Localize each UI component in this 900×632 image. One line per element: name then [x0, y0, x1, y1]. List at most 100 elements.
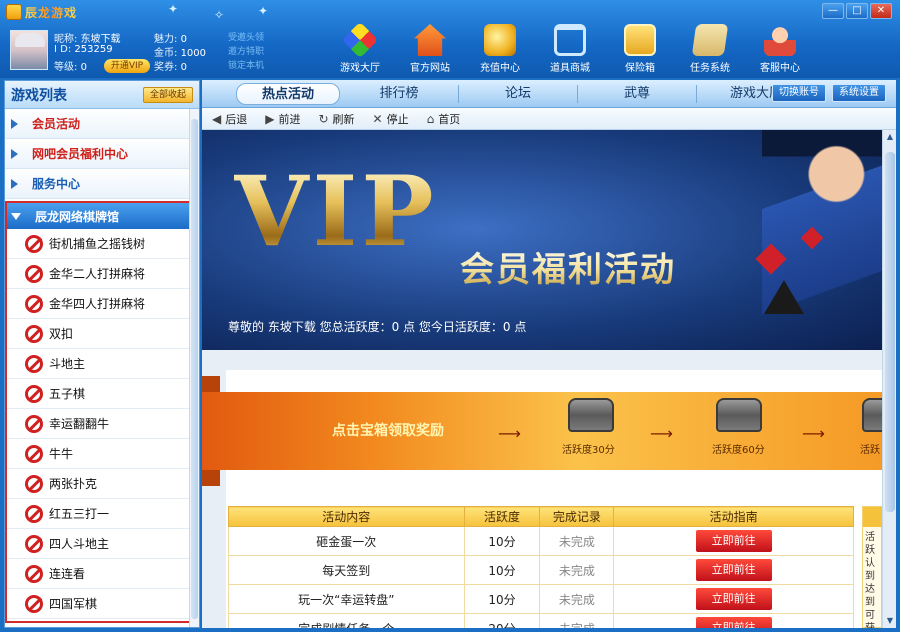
reward-ribbon: [202, 392, 882, 470]
ban-icon: [25, 294, 43, 313]
arrow-right-icon: ⟶: [802, 424, 825, 443]
treasure-chest-30[interactable]: [568, 398, 614, 432]
ban-icon: [25, 504, 43, 523]
back-button[interactable]: ◀ 后退: [212, 111, 247, 127]
system-settings-button[interactable]: 系统设置: [832, 84, 886, 102]
user-id: 253259: [74, 44, 113, 55]
ban-icon: [25, 414, 43, 433]
col-guide: 活动指南: [613, 506, 854, 527]
charm-row: 魅力: 0: [154, 34, 187, 45]
treasure-chest-60[interactable]: [716, 398, 762, 432]
maximize-button[interactable]: □: [846, 3, 868, 19]
tab-forum[interactable]: 论坛: [459, 83, 577, 105]
activity-greeting: 尊敬的 东坡下载 您总活跃度：0 点 您今日活跃度：0 点: [228, 320, 527, 334]
content-scrollbar[interactable]: ▲ ▼: [882, 130, 896, 628]
sidebar-group-chenlong[interactable]: 辰龙网络棋牌馆: [7, 203, 193, 229]
game-item[interactable]: 牛牛: [7, 439, 193, 469]
toolbar-recharge[interactable]: 充值中心: [465, 22, 535, 76]
safe-icon: [624, 24, 656, 56]
game-item[interactable]: 两张扑克: [7, 469, 193, 499]
toolbar-game-hall[interactable]: 游戏大厅: [325, 21, 395, 76]
cart-icon: [554, 24, 586, 56]
ticket-row: 奖券: 0: [154, 62, 187, 73]
scroll-down-icon[interactable]: ▼: [885, 616, 895, 626]
sparkle-icon: ✦: [258, 4, 269, 18]
tab-wuzun[interactable]: 武尊: [578, 83, 696, 105]
tab-hot-activity[interactable]: 热点活动: [236, 82, 340, 105]
sidebar-list: 会员活动 网吧会员福利中心 服务中心: [5, 109, 189, 199]
sidebar-item-netcafe-welfare[interactable]: 网吧会员福利中心: [5, 139, 189, 169]
open-vip-button[interactable]: 开通VIP: [104, 59, 150, 73]
chest-label: 活跃度30分: [562, 445, 615, 456]
arrow-right-icon: ▶: [265, 111, 275, 126]
tab-actions: 切换账号 系统设置: [772, 84, 886, 102]
privilege-link[interactable]: 邀方特职: [228, 44, 264, 57]
game-item[interactable]: 双扣: [7, 319, 193, 349]
game-item[interactable]: 幸运翻翻牛: [7, 409, 193, 439]
refresh-button[interactable]: ↻ 刷新: [318, 111, 354, 127]
game-item[interactable]: 四人斗地主: [7, 529, 193, 559]
go-now-button[interactable]: 立即前往: [695, 530, 772, 552]
sidebar-scrollbar[interactable]: [189, 109, 199, 627]
stop-button[interactable]: ✕ 停止: [373, 111, 409, 127]
ban-icon: [25, 234, 43, 253]
game-item[interactable]: 金华四人打拼麻将: [7, 289, 193, 319]
toolbar-official-site[interactable]: 官方网站: [395, 22, 465, 76]
toolbar-customer-service[interactable]: 客服中心: [745, 22, 815, 76]
activity-table: 活动内容 活跃度 完成记录 活动指南 砸金蛋一次 10分 未完成 立即前往 每天…: [228, 506, 854, 628]
col-status: 完成记录: [539, 506, 615, 527]
forward-button[interactable]: ▶ 前进: [265, 111, 300, 127]
table-row: 玩一次“幸运转盘” 10分 未完成 立即前往: [228, 584, 854, 614]
home-icon: ⌂: [426, 111, 435, 126]
ban-icon: [25, 564, 43, 583]
toolbar-safe-box[interactable]: 保险箱: [605, 22, 675, 76]
table-row: 砸金蛋一次 10分 未完成 立即前往: [228, 526, 854, 556]
game-item[interactable]: 斗地主: [7, 349, 193, 379]
scroll-up-icon[interactable]: ▲: [885, 132, 895, 142]
sidebar-item-member-activity[interactable]: 会员活动: [5, 109, 189, 139]
game-item[interactable]: 四国军棋: [7, 589, 193, 619]
treasure-chest-next[interactable]: [862, 398, 882, 432]
avatar[interactable]: [10, 30, 48, 70]
go-now-button[interactable]: 立即前往: [695, 588, 772, 610]
magician-illustration: [762, 130, 882, 350]
vip-banner: VIP 会员福利活动 尊敬的 东坡下载 您总活跃度：0 点 您今日活跃度：0 点: [202, 130, 882, 350]
col-content: 活动内容: [228, 506, 465, 527]
game-item[interactable]: 五子棋: [7, 379, 193, 409]
content-scroll-thumb[interactable]: [885, 152, 895, 512]
refresh-icon: ↻: [318, 111, 329, 126]
cube-icon: [341, 21, 379, 59]
game-item[interactable]: 连连看: [7, 559, 193, 589]
reward-prompt: 点击宝箱领取奖励: [332, 423, 444, 439]
invite-link[interactable]: 受邀头领: [228, 30, 264, 43]
table-row: 每天签到 10分 未完成 立即前往: [228, 555, 854, 585]
collapse-all-button[interactable]: 全部收起: [142, 86, 193, 103]
caret-right-icon: [11, 118, 18, 129]
dragon-logo-icon: [6, 4, 22, 20]
chest-label: 活跃度60分: [712, 445, 765, 456]
sparkle-icon: ✦: [168, 2, 179, 16]
switch-account-button[interactable]: 切换账号: [772, 84, 826, 102]
game-item[interactable]: 金华二人打拼麻将: [7, 259, 193, 289]
home-button[interactable]: ⌂ 首页: [427, 111, 461, 127]
browser-nav: ◀ 后退 ▶ 前进 ↻ 刷新 ✕ 停止 ⌂ 首页: [202, 108, 896, 130]
sidebar-scroll-thumb[interactable]: [191, 119, 198, 619]
main-toolbar: 游戏大厅 官方网站 充值中心 道具商城 保险箱 任务系统 客服中心: [325, 21, 815, 76]
side-note: 活跃认到达到可获金币: [862, 506, 882, 628]
game-item[interactable]: 街机捕鱼之摇钱树: [7, 229, 193, 259]
lock-machine-link[interactable]: 锁定本机: [228, 58, 264, 71]
sidebar-item-service-center[interactable]: 服务中心: [5, 169, 189, 199]
stop-icon: ✕: [372, 111, 383, 126]
app-title: 辰龙游戏: [25, 5, 78, 20]
ban-icon: [25, 534, 43, 553]
toolbar-task-system[interactable]: 任务系统: [675, 22, 745, 76]
game-item[interactable]: 红五三打一: [7, 499, 193, 529]
tab-ranking[interactable]: 排行榜: [340, 83, 458, 105]
go-now-button[interactable]: 立即前往: [695, 617, 772, 628]
toolbar-item-shop[interactable]: 道具商城: [535, 22, 605, 76]
minimize-button[interactable]: —: [822, 3, 844, 19]
ban-icon: [25, 324, 43, 343]
vip-title: VIP: [234, 155, 438, 268]
go-now-button[interactable]: 立即前往: [695, 559, 772, 581]
close-button[interactable]: ✕: [870, 3, 892, 19]
